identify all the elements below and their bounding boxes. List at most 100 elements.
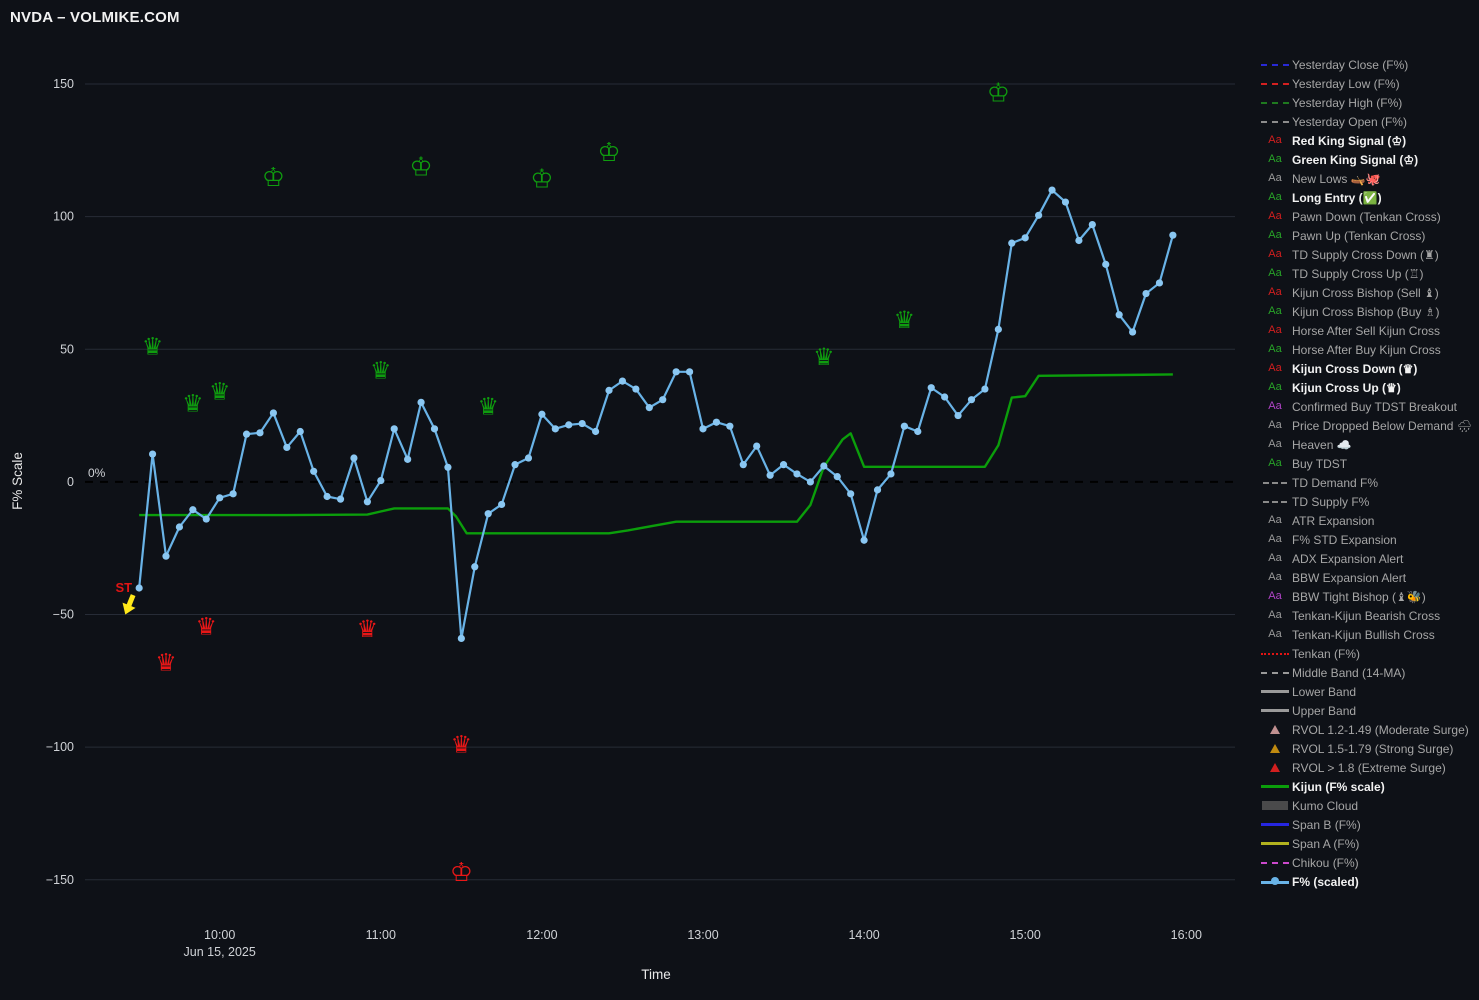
legend-item-16[interactable]: Aa Kijun Cross Down (♛) xyxy=(1258,359,1479,378)
legend-item-label: RVOL 1.5-1.79 (Strong Surge) xyxy=(1292,741,1454,756)
legend-swatch-icon: Aa xyxy=(1268,153,1282,165)
legend-item-label: Buy TDST xyxy=(1292,456,1348,471)
legend-item-17[interactable]: Aa Kijun Cross Up (♛) xyxy=(1258,378,1479,397)
legend-item-32[interactable]: Middle Band (14-MA) xyxy=(1258,663,1479,682)
legend-item-42[interactable]: Chikou (F%) xyxy=(1258,853,1479,872)
legend-item-3[interactable]: Yesterday Open (F%) xyxy=(1258,112,1479,131)
f-percent-marker xyxy=(417,398,425,406)
f-percent-marker xyxy=(1142,289,1150,298)
legend-item-label: Kijun Cross Down (♛) xyxy=(1292,361,1418,376)
legend-item-label: RVOL 1.2-1.49 (Moderate Surge) xyxy=(1292,722,1469,737)
legend-item-11[interactable]: Aa TD Supply Cross Up (♖) xyxy=(1258,264,1479,283)
legend-item-31[interactable]: Tenkan (F%) xyxy=(1258,644,1479,663)
legend-item-1[interactable]: Yesterday Low (F%) xyxy=(1258,74,1479,93)
legend-item-2[interactable]: Yesterday High (F%) xyxy=(1258,93,1479,112)
legend-swatch-icon: Aa xyxy=(1268,362,1282,374)
down-arrow-icon xyxy=(122,594,136,615)
legend-item-label: Kijun Cross Up (♛) xyxy=(1292,380,1401,395)
f-percent-marker xyxy=(726,422,734,430)
zero-line-label: 0% xyxy=(88,466,106,480)
legend-item-35[interactable]: RVOL 1.2-1.49 (Moderate Surge) xyxy=(1258,720,1479,739)
f-percent-marker xyxy=(793,470,801,478)
f-percent-marker xyxy=(685,368,694,376)
legend-item-label: F% STD Expansion xyxy=(1292,532,1397,547)
legend-item-9[interactable]: Aa Pawn Up (Tenkan Cross) xyxy=(1258,226,1479,245)
green-king-marker: ♔ xyxy=(409,153,432,183)
y-tick-label: 100 xyxy=(53,210,74,224)
legend-item-6[interactable]: Aa New Lows 🛶🐙 xyxy=(1258,169,1479,188)
legend-item-27[interactable]: Aa BBW Expansion Alert xyxy=(1258,568,1479,587)
green-queen-marker: ♛ xyxy=(209,378,231,406)
f-percent-marker xyxy=(927,384,935,392)
green-queen-marker: ♛ xyxy=(182,390,204,418)
legend-item-label: ADX Expansion Alert xyxy=(1292,551,1404,566)
legend-item-36[interactable]: RVOL 1.5-1.79 (Strong Surge) xyxy=(1258,739,1479,758)
f-percent-marker xyxy=(900,422,908,430)
y-tick-label: 50 xyxy=(60,342,74,356)
legend-item-14[interactable]: Aa Horse After Sell Kijun Cross xyxy=(1258,321,1479,340)
legend-item-12[interactable]: Aa Kijun Cross Bishop (Sell ♝) xyxy=(1258,283,1479,302)
legend-item-19[interactable]: Aa Price Dropped Below Demand 🌧 xyxy=(1258,416,1479,435)
legend-item-41[interactable]: Span A (F%) xyxy=(1258,834,1479,853)
red-king-marker: ♔ xyxy=(450,858,473,888)
f-percent-marker xyxy=(632,385,640,393)
legend-item-37[interactable]: RVOL > 1.8 (Extreme Surge) xyxy=(1258,758,1479,777)
legend-swatch-icon: Aa xyxy=(1268,533,1282,545)
legend-item-label: Lower Band xyxy=(1292,684,1357,699)
legend-item-25[interactable]: Aa F% STD Expansion xyxy=(1258,530,1479,549)
legend-item-40[interactable]: Span B (F%) xyxy=(1258,815,1479,834)
legend-item-20[interactable]: Aa Heaven ☁️ xyxy=(1258,435,1479,454)
red-queen-marker: ♛ xyxy=(451,731,473,759)
legend-item-30[interactable]: Aa Tenkan-Kijun Bullish Cross xyxy=(1258,625,1479,644)
f-percent-marker xyxy=(498,500,506,509)
legend-item-0[interactable]: Yesterday Close (F%) xyxy=(1258,55,1479,74)
legend-item-4[interactable]: Aa Red King Signal (♔) xyxy=(1258,131,1479,150)
legend-item-label: Pawn Up (Tenkan Cross) xyxy=(1292,228,1426,243)
legend-item-29[interactable]: Aa Tenkan-Kijun Bearish Cross xyxy=(1258,606,1479,625)
legend-item-15[interactable]: Aa Horse After Buy Kijun Cross xyxy=(1258,340,1479,359)
x-tick-label: 16:00 xyxy=(1171,928,1202,942)
f-percent-marker xyxy=(887,470,895,478)
legend-item-28[interactable]: Aa BBW Tight Bishop (♝🐝) xyxy=(1258,587,1479,606)
f-percent-marker xyxy=(296,427,304,436)
legend-swatch-icon: Aa xyxy=(1268,419,1282,431)
legend-item-22[interactable]: TD Demand F% xyxy=(1258,473,1479,492)
green-king-marker: ♔ xyxy=(987,78,1010,108)
f-percent-marker xyxy=(175,523,184,531)
legend-item-13[interactable]: Aa Kijun Cross Bishop (Buy ♗) xyxy=(1258,302,1479,321)
x-tick-label: 12:00 xyxy=(526,928,557,942)
y-tick-label: −100 xyxy=(46,740,74,754)
legend-swatch-icon: Aa xyxy=(1268,229,1282,241)
legend-item-10[interactable]: Aa TD Supply Cross Down (♜) xyxy=(1258,245,1479,264)
legend-item-34[interactable]: Upper Band xyxy=(1258,701,1479,720)
legend-item-8[interactable]: Aa Pawn Down (Tenkan Cross) xyxy=(1258,207,1479,226)
legend-item-label: Kijun (F% scale) xyxy=(1292,779,1385,794)
legend-item-label: Red King Signal (♔) xyxy=(1292,133,1407,148)
f-percent-marker xyxy=(404,455,412,463)
legend-item-26[interactable]: Aa ADX Expansion Alert xyxy=(1258,549,1479,568)
f-percent-marker xyxy=(645,404,653,412)
legend-item-label: BBW Expansion Alert xyxy=(1292,570,1407,585)
f-percent-marker xyxy=(471,563,479,571)
legend-item-5[interactable]: Aa Green King Signal (♔) xyxy=(1258,150,1479,169)
x-axis-date-label: Jun 15, 2025 xyxy=(184,945,256,959)
legend-swatch-icon: Aa xyxy=(1268,628,1282,640)
legend-item-label: TD Supply F% xyxy=(1292,494,1370,509)
x-tick-label: 11:00 xyxy=(366,928,396,942)
legend-item-23[interactable]: TD Supply F% xyxy=(1258,492,1479,511)
legend-item-33[interactable]: Lower Band xyxy=(1258,682,1479,701)
legend-item-7[interactable]: Aa Long Entry (✅) xyxy=(1258,188,1479,207)
legend-item-21[interactable]: Aa Buy TDST xyxy=(1258,454,1479,473)
legend-swatch-icon: Aa xyxy=(1268,571,1282,583)
f-percent-marker xyxy=(457,634,465,643)
legend-swatch-icon xyxy=(1258,725,1292,734)
f-percent-marker xyxy=(283,443,291,452)
legend-item-43[interactable]: F% (scaled) xyxy=(1258,872,1479,891)
f-percent-marker xyxy=(779,461,788,469)
legend-item-38[interactable]: Kijun (F% scale) xyxy=(1258,777,1479,796)
legend-item-39[interactable]: Kumo Cloud xyxy=(1258,796,1479,815)
legend-item-24[interactable]: Aa ATR Expansion xyxy=(1258,511,1479,530)
legend: Yesterday Close (F%) Yesterday Low (F%) Ye… xyxy=(1258,55,1479,891)
legend-item-18[interactable]: Aa Confirmed Buy TDST Breakout xyxy=(1258,397,1479,416)
f-percent-marker xyxy=(914,427,922,436)
